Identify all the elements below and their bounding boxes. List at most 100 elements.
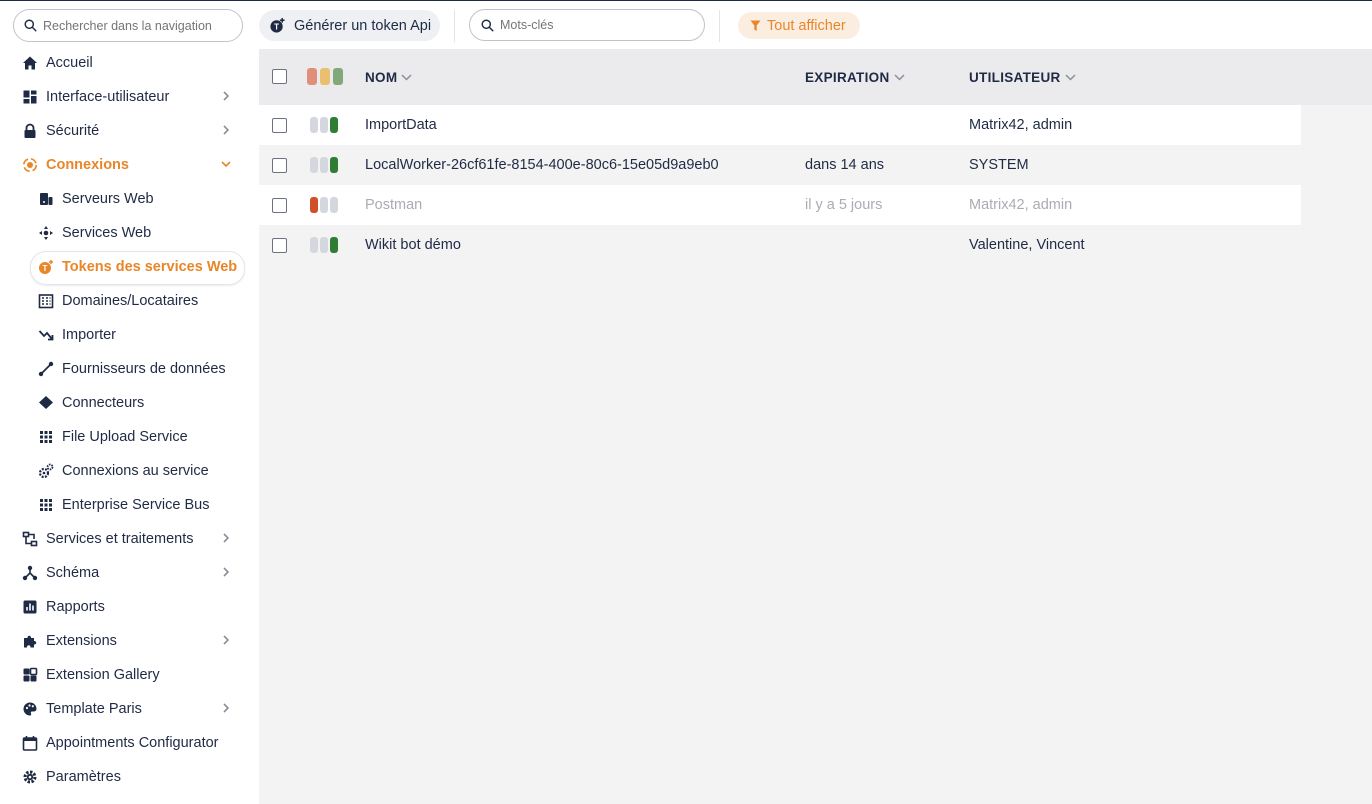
chevron-right-icon bbox=[223, 125, 230, 135]
sidebar-item-connexions-au-service[interactable]: Connexions au service bbox=[0, 454, 259, 488]
process-icon bbox=[22, 531, 38, 547]
sidebar-item-rapports[interactable]: Rapports bbox=[0, 590, 259, 624]
sidebar-item-accueil[interactable]: Accueil bbox=[0, 46, 259, 80]
status-red-light bbox=[310, 117, 318, 133]
keyword-search-box[interactable] bbox=[469, 9, 705, 41]
sidebar-item-domaines-locataires[interactable]: Domaines/Locataires bbox=[0, 284, 259, 318]
link-icon bbox=[38, 361, 54, 377]
status-red-light bbox=[310, 237, 318, 253]
column-header-user-label: UTILISATEUR bbox=[969, 70, 1061, 85]
chevron-right-icon bbox=[223, 703, 230, 713]
status-yellow-light bbox=[320, 157, 328, 173]
table-row[interactable]: LocalWorker-26cf61fe-8154-400e-80c6-15e0… bbox=[259, 145, 1301, 185]
chevron-down-icon bbox=[221, 161, 231, 168]
row-checkbox[interactable] bbox=[272, 118, 287, 133]
sidebar-item-label: File Upload Service bbox=[62, 429, 188, 445]
sidebar-item-tokens-des-services-web[interactable]: T Tokens des services Web bbox=[0, 250, 259, 285]
row-checkbox[interactable] bbox=[272, 238, 287, 253]
chevron-down-icon bbox=[401, 74, 412, 81]
generate-token-button[interactable]: T Générer un token Api bbox=[259, 10, 440, 41]
column-header-expiration[interactable]: EXPIRATION bbox=[805, 70, 905, 85]
sidebar-item-label: Importer bbox=[62, 327, 116, 343]
column-header-user[interactable]: UTILISATEUR bbox=[969, 70, 1076, 85]
sidebar-item-extension-gallery[interactable]: Extension Gallery bbox=[0, 658, 259, 692]
sidebar-item-label: Connexions au service bbox=[62, 463, 209, 479]
table-row[interactable]: Postman il y a 5 jours Matrix42, admin bbox=[259, 185, 1301, 225]
token-name[interactable]: ImportData bbox=[365, 117, 437, 133]
status-yellow-light bbox=[320, 117, 328, 133]
home-icon bbox=[22, 55, 38, 71]
sidebar-item-extensions[interactable]: Extensions bbox=[0, 624, 259, 658]
status-green-light bbox=[330, 237, 338, 253]
status-red-light bbox=[310, 157, 318, 173]
token-expiration: dans 14 ans bbox=[805, 157, 885, 173]
column-header-name-label: NOM bbox=[365, 70, 398, 85]
sidebar-item-schema[interactable]: Schéma bbox=[0, 556, 259, 590]
select-all-checkbox[interactable] bbox=[272, 69, 287, 84]
search-icon bbox=[481, 18, 494, 32]
sidebar-item-fournisseurs-de-donnees[interactable]: Fournisseurs de données bbox=[0, 352, 259, 386]
token-name[interactable]: Wikit bot démo bbox=[365, 237, 461, 253]
status-green-light bbox=[330, 117, 338, 133]
sidebar-item-label: Extensions bbox=[46, 633, 117, 649]
status-yellow-swatch bbox=[320, 68, 330, 85]
sidebar-item-importer[interactable]: Importer bbox=[0, 318, 259, 352]
calendar-icon bbox=[22, 735, 38, 751]
sidebar-item-services-et-traitements[interactable]: Services et traitements bbox=[0, 522, 259, 556]
status-green-swatch bbox=[333, 68, 343, 85]
status-indicator bbox=[310, 157, 338, 173]
gallery-icon bbox=[22, 667, 38, 683]
sidebar-item-interface-utilisateur[interactable]: Interface-utilisateur bbox=[0, 80, 259, 114]
status-green-light bbox=[330, 197, 338, 213]
status-yellow-light bbox=[320, 197, 328, 213]
chevron-right-icon bbox=[223, 91, 230, 101]
sidebar-item-label: Paramètres bbox=[46, 769, 121, 785]
nav-search-input[interactable] bbox=[43, 18, 233, 33]
token-add-icon: T bbox=[270, 17, 285, 33]
status-column-header[interactable] bbox=[307, 68, 343, 85]
token-name[interactable]: LocalWorker-26cf61fe-8154-400e-80c6-15e0… bbox=[365, 157, 719, 173]
sidebar-item-label: Connexions bbox=[46, 157, 129, 173]
sidebar: Accueil Interface-utilisateur Sécurité Conn… bbox=[0, 1, 259, 804]
tokens-table-area: NOM EXPIRATION UTILISATEUR ImportData Mat… bbox=[259, 49, 1372, 804]
svg-text:T: T bbox=[43, 264, 48, 273]
token-user: SYSTEM bbox=[969, 157, 1029, 173]
search-icon bbox=[24, 19, 37, 32]
sidebar-item-enterprise-service-bus[interactable]: Enterprise Service Bus bbox=[0, 488, 259, 522]
table-row[interactable]: Wikit bot démo Valentine, Vincent bbox=[259, 225, 1301, 265]
palette-icon bbox=[22, 701, 38, 717]
chevron-right-icon bbox=[223, 567, 230, 577]
keyword-search-input[interactable] bbox=[500, 18, 690, 32]
nav-list: Accueil Interface-utilisateur Sécurité Conn… bbox=[0, 46, 259, 794]
building-icon bbox=[38, 293, 54, 309]
network-icon bbox=[38, 225, 54, 241]
column-header-name[interactable]: NOM bbox=[365, 70, 412, 85]
table-row[interactable]: ImportData Matrix42, admin bbox=[259, 105, 1301, 145]
sidebar-item-serveurs-web[interactable]: Serveurs Web bbox=[0, 182, 259, 216]
status-green-light bbox=[330, 157, 338, 173]
row-checkbox[interactable] bbox=[272, 198, 287, 213]
token-icon: T bbox=[38, 259, 54, 275]
chevron-right-icon bbox=[223, 533, 230, 543]
toolbar: T Générer un token Api Tout afficher bbox=[259, 1, 1372, 49]
sidebar-item-securite[interactable]: Sécurité bbox=[0, 114, 259, 148]
toolbar-divider bbox=[454, 10, 455, 42]
sidebar-item-label: Appointments Configurator bbox=[46, 735, 219, 751]
sidebar-item-appointments-configurator[interactable]: Appointments Configurator bbox=[0, 726, 259, 760]
token-user: Matrix42, admin bbox=[969, 117, 1073, 133]
chevron-right-icon bbox=[223, 635, 230, 645]
token-name[interactable]: Postman bbox=[365, 197, 422, 213]
sidebar-item-parametres[interactable]: Paramètres bbox=[0, 760, 259, 794]
nav-search-box[interactable] bbox=[13, 9, 243, 42]
status-indicator bbox=[310, 197, 338, 213]
sidebar-item-connexions[interactable]: Connexions bbox=[0, 148, 259, 182]
show-all-filter-button[interactable]: Tout afficher bbox=[738, 12, 860, 39]
status-red-swatch bbox=[307, 68, 317, 85]
status-indicator bbox=[310, 237, 338, 253]
sidebar-item-template-paris[interactable]: Template Paris bbox=[0, 692, 259, 726]
sidebar-item-connecteurs[interactable]: Connecteurs bbox=[0, 386, 259, 420]
sidebar-item-label: Services Web bbox=[62, 225, 152, 241]
sidebar-item-file-upload-service[interactable]: File Upload Service bbox=[0, 420, 259, 454]
sidebar-item-services-web[interactable]: Services Web bbox=[0, 216, 259, 250]
row-checkbox[interactable] bbox=[272, 158, 287, 173]
